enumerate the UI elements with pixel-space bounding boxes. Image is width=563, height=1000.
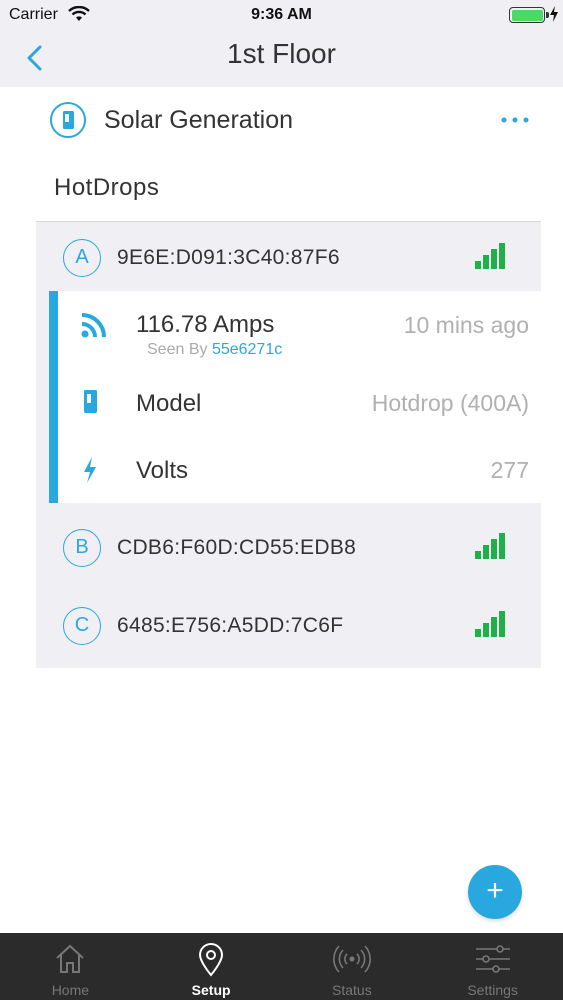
- map-pin-icon: [199, 943, 224, 977]
- seen-by-label: Seen By: [147, 341, 208, 358]
- volts-row: Volts 277: [58, 437, 541, 503]
- more-options-button[interactable]: [499, 105, 531, 135]
- tab-home[interactable]: Home: [0, 933, 141, 1000]
- ellipsis-icon: [501, 117, 529, 123]
- broadcast-icon: [332, 945, 371, 973]
- group-label: Solar Generation: [104, 106, 294, 134]
- device-row-b[interactable]: B CDB6:F60D:CD55:EDB8: [36, 512, 541, 578]
- device-letter-badge: A: [63, 239, 101, 277]
- volts-label: Volts: [136, 457, 189, 484]
- seen-by-link[interactable]: 55e6271c: [212, 341, 282, 358]
- reading-timestamp: 10 mins ago: [403, 312, 529, 338]
- model-label: Model: [136, 390, 202, 417]
- signal-strength-icon: [475, 533, 505, 559]
- charging-icon: [549, 6, 559, 27]
- battery-icon: [509, 7, 545, 23]
- add-button[interactable]: +: [468, 865, 522, 919]
- signal-strength-icon: [475, 611, 505, 637]
- nav-bar: 1st Floor: [0, 30, 563, 87]
- model-value: Hotdrop (400A): [371, 390, 529, 416]
- device-address: 6485:E756:A5DD:7C6F: [117, 614, 344, 637]
- device-address: CDB6:F60D:CD55:EDB8: [117, 536, 357, 559]
- hotdrop-list: A 9E6E:D091:3C40:87F6 116.78 Amps 10 min…: [36, 221, 541, 668]
- tab-setup[interactable]: Setup: [141, 933, 282, 1000]
- group-row[interactable]: Solar Generation: [36, 87, 541, 153]
- home-icon: [56, 944, 85, 973]
- hotdrop-device-icon: [84, 390, 97, 413]
- tab-setup-label: Setup: [191, 982, 231, 998]
- device-letter-badge: B: [63, 529, 101, 567]
- sliders-icon: [475, 945, 510, 973]
- device-row-c[interactable]: C 6485:E756:A5DD:7C6F: [36, 590, 541, 656]
- status-bar: Carrier 9:36 AM: [0, 0, 563, 30]
- tab-status-label: Status: [332, 982, 372, 998]
- lightning-bolt-icon: [84, 457, 96, 483]
- tab-status[interactable]: Status: [282, 933, 423, 1000]
- current-reading: 116.78 Amps: [136, 311, 275, 338]
- tab-settings-label: Settings: [467, 982, 518, 998]
- status-time: 9:36 AM: [251, 6, 312, 23]
- tab-bar: Home Setup Status Settings: [0, 933, 563, 1000]
- device-address: 9E6E:D091:3C40:87F6: [117, 246, 340, 269]
- page-title: 1st Floor: [227, 38, 336, 69]
- volts-value: 277: [490, 457, 529, 483]
- device-letter-badge: C: [63, 607, 101, 645]
- model-row: Model Hotdrop (400A): [58, 371, 541, 437]
- reading-row: 116.78 Amps 10 mins ago Seen By 55e6271c: [58, 291, 541, 371]
- section-title: HotDrops: [54, 174, 160, 201]
- seen-by: Seen By 55e6271c: [147, 341, 282, 359]
- device-row-a[interactable]: A 9E6E:D091:3C40:87F6: [36, 222, 541, 288]
- signal-strength-icon: [475, 243, 505, 269]
- hotdrop-device-icon: [50, 102, 86, 138]
- wireless-signal-icon: [81, 313, 106, 338]
- device-detail-panel: 116.78 Amps 10 mins ago Seen By 55e6271c…: [49, 291, 541, 503]
- tab-settings[interactable]: Settings: [422, 933, 563, 1000]
- tab-home-label: Home: [51, 982, 90, 998]
